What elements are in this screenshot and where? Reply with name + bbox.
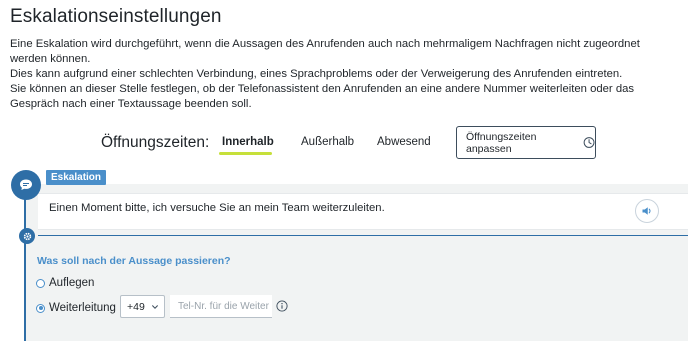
- chat-bubble-icon: [11, 170, 41, 200]
- chevron-down-icon: [151, 304, 158, 309]
- description-line-1: Eine Eskalation wird durchgeführt, wenn …: [10, 38, 640, 65]
- info-icon[interactable]: [276, 300, 288, 312]
- radio-hangup[interactable]: [36, 278, 45, 288]
- section-divider: [38, 235, 688, 236]
- page-title: Eskalationseinstellungen: [10, 6, 222, 27]
- adjust-opening-hours-label: Öffnungszeiten anpassen: [466, 130, 537, 155]
- escalation-badge: Eskalation: [46, 170, 107, 185]
- tab-abwesend[interactable]: Abwesend: [377, 136, 431, 148]
- opening-hours-label: Öffnungszeiten:: [101, 134, 210, 151]
- adjust-opening-hours-button[interactable]: Öffnungszeiten anpassen: [456, 126, 596, 159]
- option-hangup-label: Auflegen: [49, 277, 95, 289]
- escalation-message-box: Einen Moment bitte, ich versuche Sie an …: [38, 193, 688, 230]
- speaker-icon: [642, 207, 651, 215]
- radio-forward[interactable]: [36, 303, 45, 313]
- escalation-message-text: Einen Moment bitte, ich versuche Sie an …: [49, 202, 385, 214]
- country-code-value: +49: [127, 300, 145, 313]
- active-tab-indicator: [219, 152, 272, 155]
- clock-icon: [583, 137, 595, 148]
- page-description: Eine Eskalation wird durchgeführt, wenn …: [10, 37, 680, 112]
- escalation-question: Was soll nach der Aussage passieren?: [37, 255, 231, 267]
- opening-hours-bar: Öffnungszeiten: Innerhalb Außerhalb Abwe…: [0, 126, 688, 160]
- country-code-select[interactable]: +49: [120, 295, 165, 318]
- forward-phone-input[interactable]: [170, 295, 272, 318]
- option-forward-label: Weiterleitung: [49, 302, 116, 314]
- play-audio-button[interactable]: [635, 199, 659, 223]
- gear-icon: [19, 228, 35, 244]
- option-forward[interactable]: Weiterleitung: [36, 302, 116, 314]
- description-line-3: Sie können an dieser Stelle festlegen, o…: [10, 83, 635, 110]
- tab-innerhalb[interactable]: Innerhalb: [222, 136, 274, 148]
- timeline-line: [24, 196, 26, 341]
- description-line-2: Dies kann aufgrund einer schlechten Verb…: [10, 68, 623, 80]
- option-hangup[interactable]: Auflegen: [36, 277, 94, 289]
- tab-ausserhalb[interactable]: Außerhalb: [301, 136, 354, 148]
